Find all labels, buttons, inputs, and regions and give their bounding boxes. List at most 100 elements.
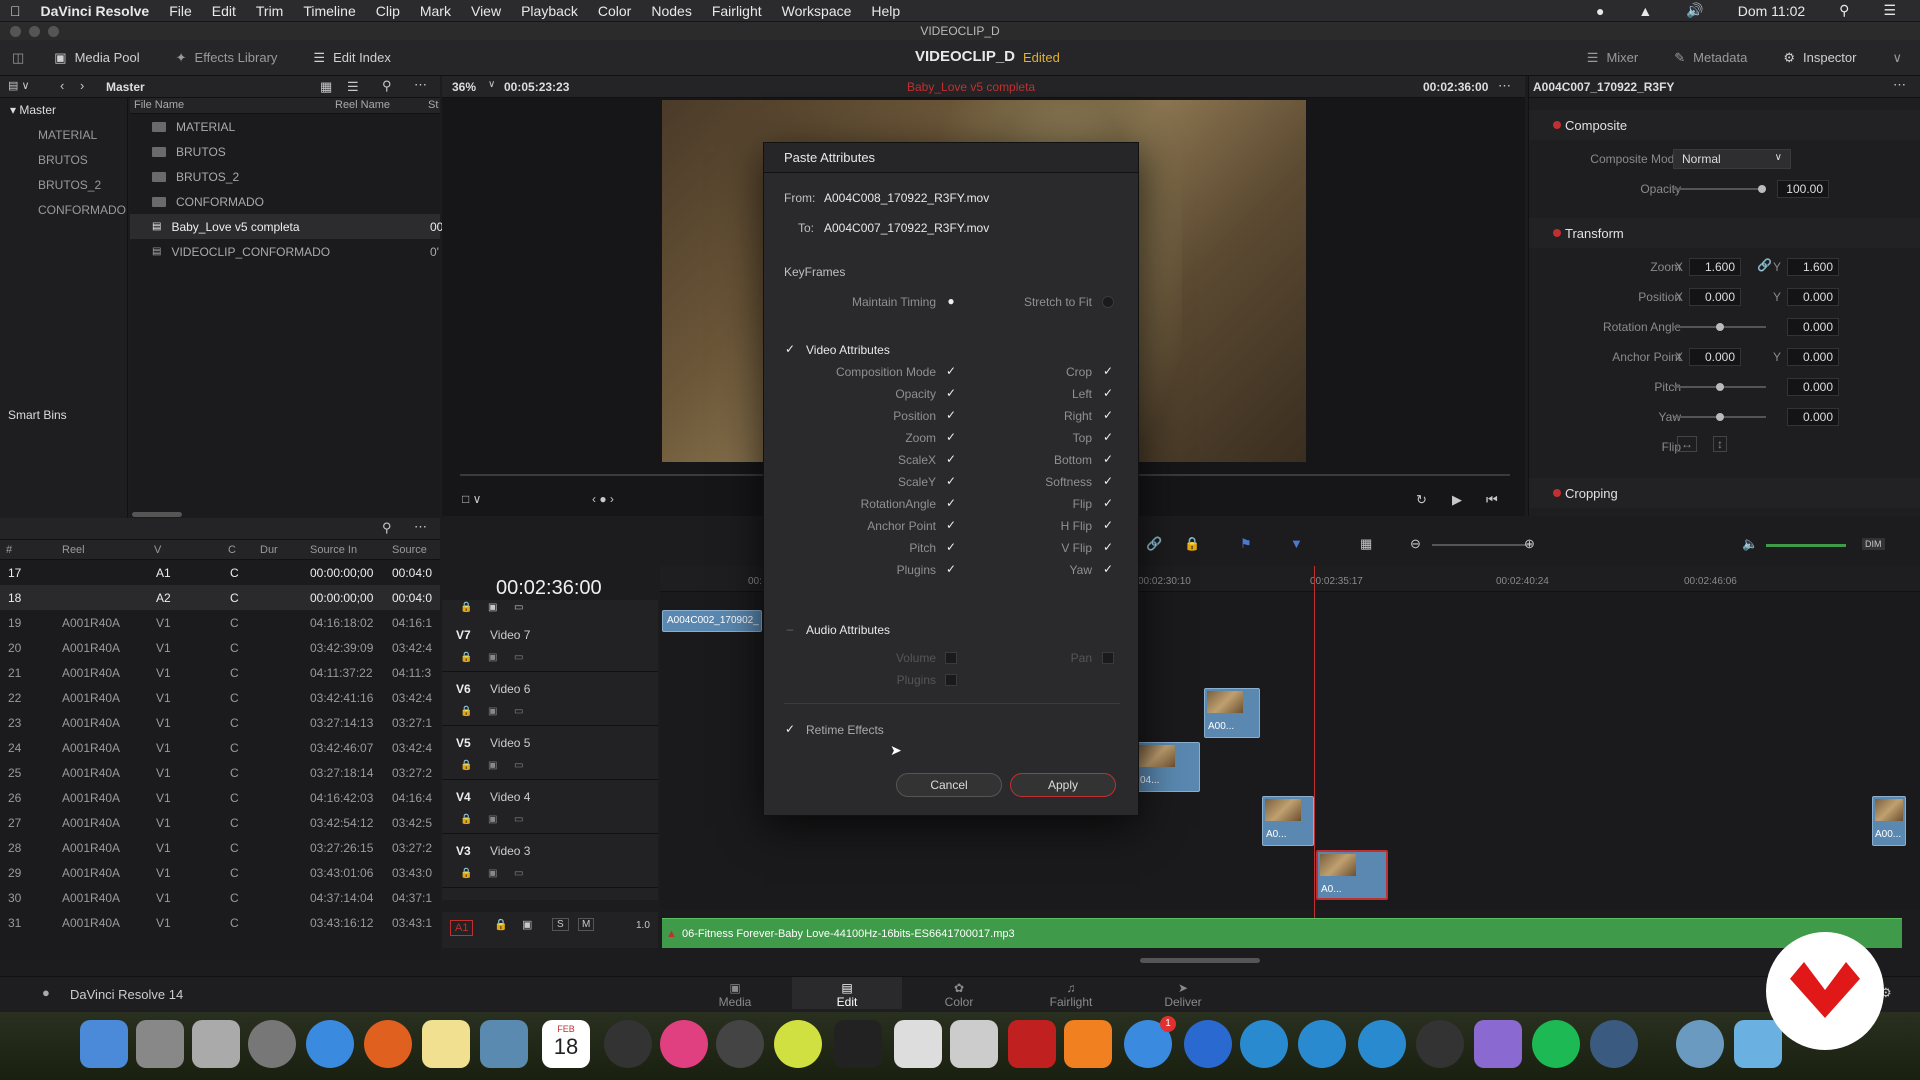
track-visibility-icon[interactable]: ▭ xyxy=(514,814,523,825)
folder-icon[interactable] xyxy=(1734,1020,1782,1068)
video-attr-checkbox[interactable]: ✓ xyxy=(945,365,957,377)
audio-attributes-checkbox[interactable]: – xyxy=(784,623,796,635)
app-store-icon[interactable]: 1 xyxy=(1124,1016,1176,1068)
disk-utility-icon[interactable] xyxy=(604,1020,652,1068)
timeline-clip-selected[interactable]: A0... xyxy=(1316,850,1388,900)
flip-horizontal-icon[interactable]: ↔ xyxy=(1677,436,1697,452)
minimize-window-button[interactable] xyxy=(29,26,40,37)
timeline-zoom-slider[interactable] xyxy=(1432,544,1532,546)
table-row[interactable]: 30 A001R40A V1 C 04:37:14:04 04:37:1 xyxy=(0,885,440,910)
pitch-input[interactable]: 0.000 xyxy=(1787,378,1839,396)
table-row[interactable]: 28 A001R40A V1 C 03:27:26:15 03:27:2 xyxy=(0,835,440,860)
audio-clip[interactable]: ▲ 06-Fitness Forever-Baby Love-44100Hz-16… xyxy=(662,918,1902,948)
flag-icon[interactable]: ⚑ xyxy=(1240,536,1252,552)
table-row[interactable]: 29 A001R40A V1 C 03:43:01:06 03:43:0 xyxy=(0,860,440,885)
menu-color[interactable]: Color xyxy=(588,3,641,19)
table-row[interactable]: 27 A001R40A V1 C 03:42:54:12 03:42:5 xyxy=(0,810,440,835)
list-view-icon[interactable]: ☰ xyxy=(347,79,359,95)
mixer-button[interactable]: ☰ Mixer xyxy=(1569,40,1656,75)
video-attr-checkbox[interactable]: ✓ xyxy=(1102,497,1114,509)
inspector-options-icon[interactable]: ⋯ xyxy=(1893,77,1906,93)
file-row[interactable]: CONFORMADO xyxy=(130,189,440,214)
apply-button[interactable]: Apply xyxy=(1010,773,1116,797)
auto-select-icon[interactable]: ▣ xyxy=(488,868,497,879)
nav-back-icon[interactable]: ‹ xyxy=(60,78,64,93)
table-row[interactable]: 23 A001R40A V1 C 03:27:14:13 03:27:1 xyxy=(0,710,440,735)
audio-plugins-checkbox[interactable] xyxy=(945,674,957,686)
quicktime-icon[interactable] xyxy=(1184,1020,1232,1068)
track-visibility-icon[interactable]: ▭ xyxy=(514,602,523,613)
track-lock-icon[interactable]: 🔒 xyxy=(460,868,472,879)
firefox-icon[interactable] xyxy=(364,1020,412,1068)
transform-section[interactable]: Transform xyxy=(1529,218,1920,248)
video-attr-checkbox[interactable]: ✓ xyxy=(945,431,957,443)
spotify-icon[interactable] xyxy=(1532,1020,1580,1068)
timeline-clip[interactable]: A00... xyxy=(1872,796,1906,846)
skip-end-icon[interactable]: ⏮ xyxy=(1486,492,1498,508)
prev-next-icon[interactable]: ‹ ● › xyxy=(592,492,614,506)
video-attr-checkbox[interactable]: ✓ xyxy=(945,387,957,399)
messenger-icon[interactable] xyxy=(1358,1020,1406,1068)
table-row[interactable]: 19 A001R40A V1 C 04:16:18:02 04:16:1 xyxy=(0,610,440,635)
video-attr-checkbox[interactable]: ✓ xyxy=(945,453,957,465)
auto-select-icon[interactable]: ▣ xyxy=(488,602,497,613)
auto-select-icon[interactable]: ▣ xyxy=(488,652,497,663)
opacity-input[interactable]: 100.00 xyxy=(1777,180,1829,198)
anchor-x-input[interactable]: 0.000 xyxy=(1689,348,1741,366)
track-visibility-icon[interactable]: ▭ xyxy=(514,706,523,717)
file-row-selected[interactable]: ▤ Baby_Love v5 completa 00 xyxy=(130,214,443,239)
collapse-icon[interactable]: ∨ xyxy=(1874,40,1920,75)
menu-workspace[interactable]: Workspace xyxy=(772,3,862,19)
inspector-button[interactable]: ⚙ Inspector xyxy=(1765,40,1874,75)
auto-select-icon[interactable]: ▣ xyxy=(488,760,497,771)
chevron-down-icon[interactable]: ∨ xyxy=(488,79,495,90)
timeline-clip[interactable]: A0... xyxy=(1262,796,1314,846)
bin-list-toggle-icon[interactable]: ▤ ∨ xyxy=(8,79,30,92)
more-options-icon[interactable]: ⋯ xyxy=(414,519,427,535)
auto-select-icon[interactable]: ▣ xyxy=(488,814,497,825)
file-row[interactable]: BRUTOS xyxy=(130,139,440,164)
video-attr-checkbox[interactable]: ✓ xyxy=(1102,563,1114,575)
viewer-options-icon[interactable]: ⋯ xyxy=(1498,78,1511,94)
loop-icon[interactable]: ↻ xyxy=(1416,492,1427,508)
track-name[interactable]: Video 4 xyxy=(490,790,530,804)
notes-icon[interactable] xyxy=(422,1020,470,1068)
menu-fairlight[interactable]: Fairlight xyxy=(702,3,772,19)
table-row[interactable]: 20 A001R40A V1 C 03:42:39:09 03:42:4 xyxy=(0,635,440,660)
column-file-name[interactable]: File Name xyxy=(134,99,184,111)
launchpad-icon[interactable] xyxy=(136,1020,184,1068)
auto-select-icon[interactable]: ▣ xyxy=(522,918,532,931)
vlc-icon[interactable] xyxy=(1064,1020,1112,1068)
effects-library-button[interactable]: ✦ Effects Library xyxy=(158,40,296,75)
system-preferences-icon[interactable] xyxy=(248,1020,296,1068)
timeline-scrollbar[interactable] xyxy=(1140,958,1260,963)
apple-icon[interactable]:  xyxy=(0,3,31,19)
track-name[interactable]: Video 5 xyxy=(490,736,530,750)
menu-playback[interactable]: Playback xyxy=(511,3,588,19)
zoom-y-input[interactable]: 1.600 xyxy=(1787,258,1839,276)
video-attr-checkbox[interactable]: ✓ xyxy=(1102,475,1114,487)
safari-icon[interactable] xyxy=(306,1020,354,1068)
rotation-slider-knob[interactable] xyxy=(1716,323,1724,331)
pitch-slider-knob[interactable] xyxy=(1716,383,1724,391)
video-attr-checkbox[interactable]: ✓ xyxy=(1102,519,1114,531)
finalcut-icon[interactable] xyxy=(834,1020,882,1068)
clapper-icon[interactable] xyxy=(894,1020,942,1068)
lock-icon[interactable]: 🔒 xyxy=(460,602,472,613)
metadata-button[interactable]: ✎ Metadata xyxy=(1656,40,1765,75)
link-icon[interactable]: 🔗 xyxy=(1146,536,1162,552)
timeline-selector[interactable]: Baby_Love v5 completa xyxy=(907,80,1035,94)
track-header[interactable]: V3 Video 3 🔒 ▣ ▭ xyxy=(442,834,658,888)
timeline-clip[interactable]: A00... xyxy=(1204,688,1260,738)
anchor-y-input[interactable]: 0.000 xyxy=(1787,348,1839,366)
file-row[interactable]: MATERIAL xyxy=(130,114,440,139)
file-row[interactable]: BRUTOS_2 xyxy=(130,164,440,189)
position-x-input[interactable]: 0.000 xyxy=(1689,288,1741,306)
solo-button[interactable]: S xyxy=(552,918,569,931)
position-y-input[interactable]: 0.000 xyxy=(1787,288,1839,306)
table-row[interactable]: 26 A001R40A V1 C 04:16:42:03 04:16:4 xyxy=(0,785,440,810)
app-icon[interactable] xyxy=(774,1020,822,1068)
table-row[interactable]: 21 A001R40A V1 C 04:11:37:22 04:11:3 xyxy=(0,660,440,685)
panel-toggle-button[interactable]: ◫ xyxy=(0,40,36,75)
table-row[interactable]: 25 A001R40A V1 C 03:27:18:14 03:27:2 xyxy=(0,760,440,785)
